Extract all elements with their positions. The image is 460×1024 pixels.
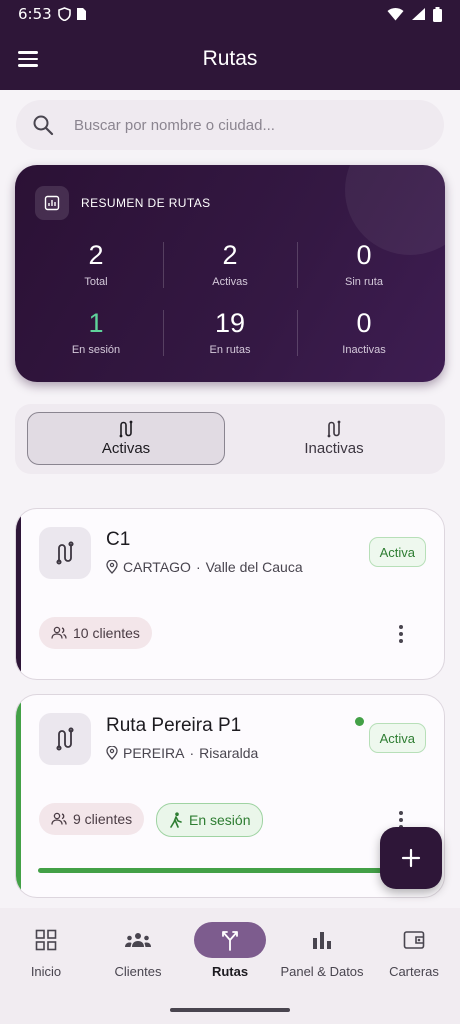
bar-chart-icon xyxy=(313,932,331,949)
search-input[interactable] xyxy=(74,116,414,134)
walking-icon xyxy=(170,812,182,828)
stat-divider xyxy=(163,242,164,288)
stat-total: 2 Total xyxy=(29,240,163,288)
route-location: CARTAGO · Valle del Cauca xyxy=(106,559,303,575)
stat-value: 0 xyxy=(356,308,372,338)
stat-divider xyxy=(297,310,298,356)
route-status-stripe xyxy=(16,509,21,679)
stat-in-session: 1 En sesión xyxy=(29,308,163,356)
stat-label: En rutas xyxy=(209,344,251,356)
stat-label: Activas xyxy=(212,276,248,288)
plus-icon xyxy=(401,848,421,868)
route-card[interactable]: C1 CARTAGO · Valle del Cauca Activa 10 c… xyxy=(15,508,445,680)
tab-active-label: Activas xyxy=(101,440,151,457)
nav-item-carteras[interactable]: Carteras xyxy=(368,922,460,979)
summary-title: RESUMEN DE RUTAS xyxy=(81,196,211,210)
nav-item-inicio[interactable]: Inicio xyxy=(0,922,92,979)
route-city: CARTAGO xyxy=(123,559,191,575)
stat-value: 19 xyxy=(214,308,246,338)
location-pin-icon xyxy=(106,746,118,760)
page-title: Rutas xyxy=(202,47,258,70)
stat-inactive: 0 Inactivas xyxy=(297,308,431,356)
stat-value: 1 xyxy=(88,308,104,338)
in-session-label: En sesión xyxy=(189,812,251,828)
route-fork-icon xyxy=(222,931,238,951)
route-region: Risaralda xyxy=(199,745,259,761)
stat-divider xyxy=(163,310,164,356)
stat-value: 2 xyxy=(88,240,104,270)
route-icon xyxy=(119,420,133,438)
battery-icon xyxy=(433,6,442,22)
wifi-icon xyxy=(387,7,404,21)
route-name: C1 xyxy=(106,529,131,550)
people-icon xyxy=(125,933,151,947)
nav-item-rutas[interactable]: Rutas xyxy=(184,922,276,979)
in-session-chip: En sesión xyxy=(156,803,264,837)
tab-inactive-label: Inactivas xyxy=(304,440,364,457)
session-progress-bar xyxy=(38,868,390,873)
stat-label: En sesión xyxy=(71,344,121,356)
route-city: PEREIRA xyxy=(123,745,185,761)
people-icon xyxy=(51,812,67,825)
report-icon xyxy=(35,186,69,220)
live-indicator-dot xyxy=(355,717,364,726)
status-badge: Activa xyxy=(368,723,426,753)
route-icon xyxy=(39,713,91,765)
bottom-navigation: Inicio Clientes Rutas Panel & Datos Cart… xyxy=(0,908,460,1024)
grid-icon xyxy=(35,929,57,951)
route-location: PEREIRA · Risaralda xyxy=(106,745,258,761)
route-icon xyxy=(327,420,341,438)
menu-icon[interactable] xyxy=(18,46,46,72)
nav-label: Panel & Datos xyxy=(280,964,364,979)
status-badge: Activa xyxy=(368,537,426,567)
route-region: Valle del Cauca xyxy=(205,559,303,575)
status-segmented-control: Activas Inactivas xyxy=(15,404,445,474)
location-pin-icon xyxy=(106,560,118,574)
stat-value: 2 xyxy=(222,240,238,270)
stat-in-routes: 19 En rutas xyxy=(163,308,297,356)
sim-card-icon xyxy=(76,8,86,20)
stat-value: 0 xyxy=(356,240,372,270)
clients-chip: 9 clientes xyxy=(39,803,145,835)
stat-label: Total xyxy=(84,276,108,288)
location-separator: · xyxy=(189,745,195,761)
stat-no-route: 0 Sin ruta xyxy=(297,240,431,288)
clients-chip: 10 clientes xyxy=(39,617,152,649)
stat-label: Inactivas xyxy=(342,344,386,356)
search-bar[interactable] xyxy=(16,100,444,150)
stat-label: Sin ruta xyxy=(345,276,383,288)
tab-active[interactable]: Activas xyxy=(27,412,225,465)
nav-label: Rutas xyxy=(211,964,249,979)
nav-item-panel-datos[interactable]: Panel & Datos xyxy=(276,922,368,979)
nav-label: Inicio xyxy=(30,964,62,979)
route-name: Ruta Pereira P1 xyxy=(106,715,242,736)
nav-label: Clientes xyxy=(114,964,162,979)
shield-icon xyxy=(57,7,71,21)
tab-inactive[interactable]: Inactivas xyxy=(235,412,433,465)
routes-summary-card: RESUMEN DE RUTAS 2 Total 2 Activas 0 Sin… xyxy=(15,165,445,382)
app-bar: Rutas xyxy=(0,28,460,90)
route-icon xyxy=(39,527,91,579)
signal-icon xyxy=(412,8,425,20)
search-icon xyxy=(33,115,54,136)
wallet-icon xyxy=(403,931,425,949)
clients-count: 9 clientes xyxy=(73,811,133,827)
nav-item-clientes[interactable]: Clientes xyxy=(92,922,184,979)
more-options-icon[interactable] xyxy=(398,625,404,643)
people-icon xyxy=(51,626,67,639)
nav-label: Carteras xyxy=(389,964,439,979)
add-route-button[interactable] xyxy=(380,827,442,889)
route-status-stripe xyxy=(16,695,21,897)
stat-divider xyxy=(297,242,298,288)
status-time: 6:53 xyxy=(18,5,52,23)
home-indicator xyxy=(170,1008,290,1012)
stat-active: 2 Activas xyxy=(163,240,297,288)
clients-count: 10 clientes xyxy=(73,625,140,641)
status-bar: 6:53 xyxy=(0,0,460,28)
location-separator: · xyxy=(195,559,201,575)
